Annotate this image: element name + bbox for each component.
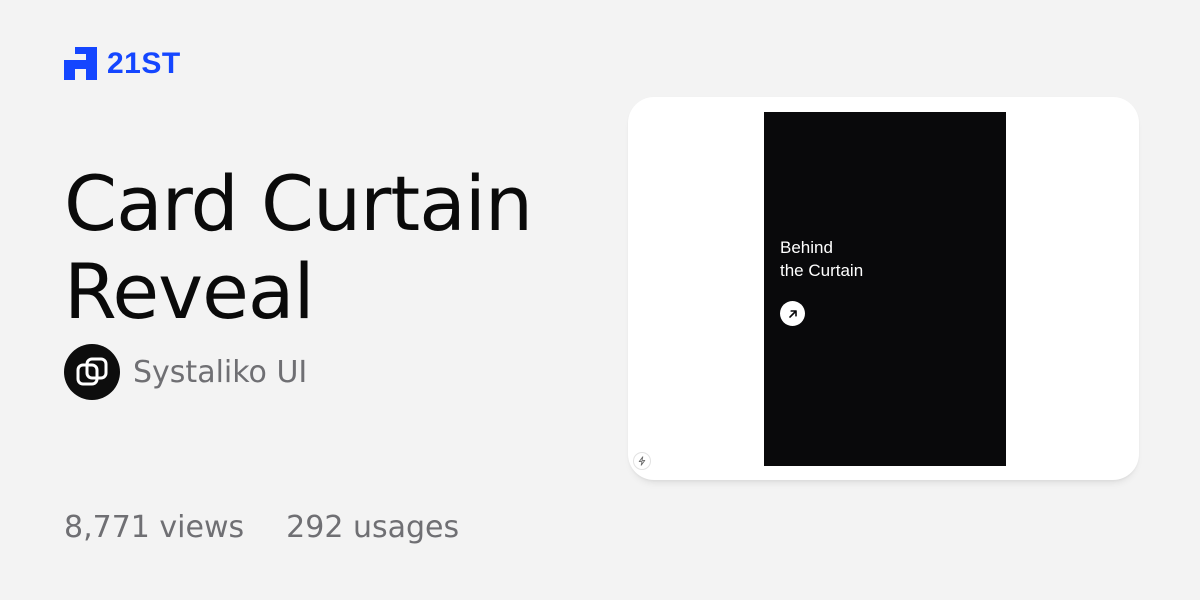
usages-count: 292 usages bbox=[286, 510, 460, 545]
curtain-heading-line-2: the Curtain bbox=[780, 261, 864, 280]
linked-squares-icon bbox=[76, 357, 108, 386]
title-line-2: Reveal bbox=[64, 247, 315, 336]
curtain-card[interactable]: Behind the Curtain bbox=[764, 112, 1006, 466]
component-title: Card Curtain Reveal bbox=[64, 160, 584, 336]
bolt-badge[interactable] bbox=[633, 452, 651, 470]
21st-logo-icon bbox=[64, 47, 97, 80]
arrow-up-right-icon bbox=[788, 309, 797, 318]
reveal-arrow-button[interactable] bbox=[780, 301, 805, 326]
bolt-icon bbox=[638, 456, 646, 466]
author-name: Systaliko UI bbox=[133, 354, 308, 390]
curtain-heading: Behind the Curtain bbox=[780, 236, 863, 282]
views-count: 8,771 views bbox=[64, 510, 245, 545]
brand-logo-link[interactable]: 21ST bbox=[64, 47, 181, 80]
component-preview[interactable]: Behind the Curtain bbox=[628, 97, 1139, 480]
title-line-1: Card Curtain bbox=[64, 159, 533, 248]
avatar bbox=[64, 344, 120, 400]
curtain-heading-line-1: Behind bbox=[780, 238, 833, 257]
stats-bar: 8,771 views 292 usages bbox=[64, 510, 459, 545]
author-info[interactable]: Systaliko UI bbox=[64, 344, 307, 400]
brand-name: 21ST bbox=[107, 46, 181, 80]
